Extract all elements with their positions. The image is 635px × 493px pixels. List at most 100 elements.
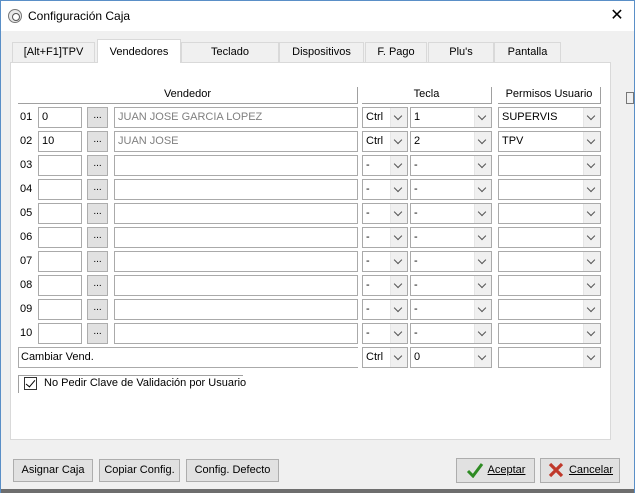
chevron-down-icon[interactable] xyxy=(474,228,491,247)
browse-vendor-button[interactable]: ... xyxy=(87,299,108,320)
permission-select[interactable] xyxy=(498,203,601,224)
browse-vendor-button[interactable]: ... xyxy=(87,203,108,224)
vendor-code-input[interactable] xyxy=(38,323,82,344)
tab-pantalla[interactable]: Pantalla xyxy=(494,42,561,62)
key-select[interactable]: 2 xyxy=(410,131,492,152)
chevron-down-icon[interactable] xyxy=(583,132,600,151)
permission-select[interactable] xyxy=(498,155,601,176)
modifier-select[interactable]: Ctrl xyxy=(362,107,408,128)
browse-vendor-button[interactable]: ... xyxy=(87,155,108,176)
permission-select[interactable] xyxy=(498,179,601,200)
vendor-code-input[interactable] xyxy=(38,203,82,224)
chevron-down-icon[interactable] xyxy=(583,252,600,271)
chevron-down-icon[interactable] xyxy=(474,180,491,199)
vendor-code-input[interactable] xyxy=(38,227,82,248)
chevron-down-icon[interactable] xyxy=(474,108,491,127)
browse-vendor-button[interactable]: ... xyxy=(87,323,108,344)
modifier-select[interactable]: - xyxy=(362,227,408,248)
permission-select[interactable] xyxy=(498,251,601,272)
modifier-select[interactable]: - xyxy=(362,179,408,200)
chevron-down-icon[interactable] xyxy=(390,348,407,367)
browse-vendor-button[interactable]: ... xyxy=(87,131,108,152)
key-select[interactable]: - xyxy=(410,323,492,344)
chevron-down-icon[interactable] xyxy=(474,348,491,367)
browse-vendor-button[interactable]: ... xyxy=(87,275,108,296)
permission-select[interactable] xyxy=(498,275,601,296)
asignar-caja-button[interactable]: Asignar Caja xyxy=(13,459,93,482)
modifier-select[interactable]: - xyxy=(362,275,408,296)
tab-alt-f1-tpv[interactable]: [Alt+F1]TPV xyxy=(12,42,95,62)
chevron-down-icon[interactable] xyxy=(583,108,600,127)
modifier-select[interactable]: - xyxy=(362,155,408,176)
key-select[interactable]: - xyxy=(410,155,492,176)
chevron-down-icon[interactable] xyxy=(583,180,600,199)
config-defecto-button[interactable]: Config. Defecto xyxy=(186,459,279,482)
modifier-select[interactable]: - xyxy=(362,323,408,344)
vendor-code-input[interactable] xyxy=(38,299,82,320)
chevron-down-icon[interactable] xyxy=(390,204,407,223)
chevron-down-icon[interactable] xyxy=(474,300,491,319)
cambiar-modifier-select[interactable]: Ctrl xyxy=(362,347,408,368)
vendor-code-input[interactable] xyxy=(38,251,82,272)
chevron-down-icon[interactable] xyxy=(583,156,600,175)
chevron-down-icon[interactable] xyxy=(474,324,491,343)
chevron-down-icon[interactable] xyxy=(390,228,407,247)
chevron-down-icon[interactable] xyxy=(474,276,491,295)
chevron-down-icon[interactable] xyxy=(390,324,407,343)
chevron-down-icon[interactable] xyxy=(583,204,600,223)
vendor-code-input[interactable]: 0 xyxy=(38,107,82,128)
cambiar-permission-select[interactable] xyxy=(498,347,601,368)
modifier-select[interactable]: Ctrl xyxy=(362,131,408,152)
key-select[interactable]: - xyxy=(410,227,492,248)
tab-teclado[interactable]: Teclado xyxy=(181,42,279,62)
copiar-config-button[interactable]: Copiar Config. xyxy=(99,459,180,482)
chevron-down-icon[interactable] xyxy=(390,276,407,295)
permission-select[interactable]: TPV xyxy=(498,131,601,152)
tab-dispositivos[interactable]: Dispositivos xyxy=(279,42,364,62)
tab-plu-s[interactable]: Plu's xyxy=(428,42,494,62)
chevron-down-icon[interactable] xyxy=(390,132,407,151)
chevron-down-icon[interactable] xyxy=(474,132,491,151)
aceptar-button[interactable]: Aceptar xyxy=(456,458,535,483)
permission-select[interactable] xyxy=(498,299,601,320)
chevron-down-icon[interactable] xyxy=(583,300,600,319)
key-select[interactable]: - xyxy=(410,299,492,320)
vendor-code-input[interactable] xyxy=(38,179,82,200)
key-select[interactable]: - xyxy=(410,203,492,224)
chevron-down-icon[interactable] xyxy=(390,180,407,199)
close-button[interactable]: ✕ xyxy=(607,6,627,26)
key-select[interactable]: 1 xyxy=(410,107,492,128)
modifier-select[interactable]: - xyxy=(362,299,408,320)
permission-select[interactable]: SUPERVIS xyxy=(498,107,601,128)
cambiar-key-select[interactable]: 0 xyxy=(410,347,492,368)
vendor-code-input[interactable] xyxy=(38,155,82,176)
key-select[interactable]: - xyxy=(410,179,492,200)
permission-select[interactable] xyxy=(498,227,601,248)
no-pedir-clave-checkbox[interactable] xyxy=(24,377,37,390)
chevron-down-icon[interactable] xyxy=(390,252,407,271)
chevron-down-icon[interactable] xyxy=(474,156,491,175)
vendor-code-input[interactable]: 10 xyxy=(38,131,82,152)
chevron-down-icon[interactable] xyxy=(390,156,407,175)
browse-vendor-button[interactable]: ... xyxy=(87,227,108,248)
chevron-down-icon[interactable] xyxy=(583,276,600,295)
chevron-down-icon[interactable] xyxy=(583,228,600,247)
chevron-down-icon[interactable] xyxy=(474,204,491,223)
vendor-code-input[interactable] xyxy=(38,275,82,296)
chevron-down-icon[interactable] xyxy=(390,300,407,319)
chevron-down-icon[interactable] xyxy=(474,252,491,271)
modifier-select[interactable]: - xyxy=(362,203,408,224)
key-select[interactable]: - xyxy=(410,251,492,272)
chevron-down-icon[interactable] xyxy=(583,324,600,343)
browse-vendor-button[interactable]: ... xyxy=(87,179,108,200)
chevron-down-icon[interactable] xyxy=(390,108,407,127)
tab-f-pago[interactable]: F. Pago xyxy=(365,42,427,62)
cancelar-button[interactable]: Cancelar xyxy=(540,458,620,483)
permission-select[interactable] xyxy=(498,323,601,344)
key-select[interactable]: - xyxy=(410,275,492,296)
tab-vendedores[interactable]: Vendedores xyxy=(97,39,181,63)
chevron-down-icon[interactable] xyxy=(583,348,600,367)
modifier-select[interactable]: - xyxy=(362,251,408,272)
browse-vendor-button[interactable]: ... xyxy=(87,107,108,128)
browse-vendor-button[interactable]: ... xyxy=(87,251,108,272)
